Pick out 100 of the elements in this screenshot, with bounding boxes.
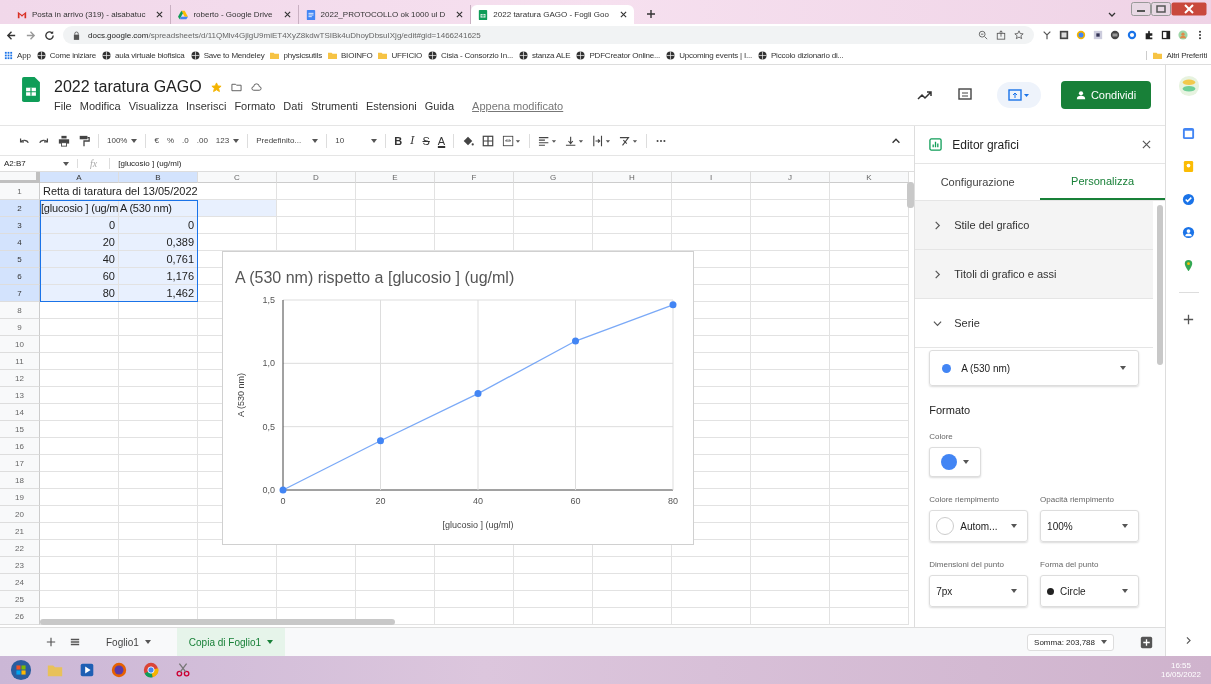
sum-dropdown[interactable]: Somma: 203,788 bbox=[1027, 633, 1114, 651]
vertical-align-icon[interactable] bbox=[565, 134, 585, 147]
browser-icon[interactable] bbox=[110, 661, 128, 679]
strikethrough-button[interactable]: S bbox=[422, 134, 430, 147]
extension-icon[interactable] bbox=[1110, 30, 1120, 40]
back-arrow-icon[interactable] bbox=[6, 29, 17, 41]
currency-button[interactable]: € bbox=[154, 136, 159, 145]
menu-item[interactable]: Visualizza bbox=[128, 100, 179, 112]
column-header[interactable]: H bbox=[593, 172, 672, 183]
row-header[interactable]: 2 bbox=[0, 200, 40, 217]
map-pin-icon[interactable] bbox=[1182, 259, 1195, 272]
explore-icon[interactable] bbox=[1140, 635, 1153, 649]
name-box[interactable]: A2:B7 bbox=[0, 159, 78, 168]
close-icon[interactable] bbox=[1142, 140, 1151, 149]
browser-tab[interactable]: 2022 taratura GAGO - Fogli Goo bbox=[471, 5, 634, 24]
person-icon[interactable] bbox=[1182, 226, 1195, 239]
bookmark-link[interactable]: stanza ALE bbox=[518, 50, 571, 60]
bookmark-link[interactable]: Cisia - Consorzio In... bbox=[428, 50, 513, 60]
column-header[interactable]: E bbox=[356, 172, 435, 183]
row-header[interactable]: 21 bbox=[0, 523, 40, 540]
share-button[interactable]: Condividi bbox=[1061, 81, 1151, 109]
bookmark-link[interactable]: PDFCreator Online... bbox=[576, 50, 661, 60]
address-field[interactable]: docs.google.com/spreadsheets/d/11QMlv4GjlgU9miET4XyZ8kdwTSIBk4uDhoyDbsuIXjg/edit#gid=1466241625 bbox=[63, 26, 1034, 44]
close-icon[interactable] bbox=[456, 11, 464, 18]
print-icon[interactable] bbox=[58, 134, 70, 147]
folder-icon[interactable] bbox=[230, 81, 242, 93]
row-header[interactable]: 20 bbox=[0, 506, 40, 523]
percent-button[interactable]: % bbox=[166, 136, 175, 145]
column-header[interactable]: C bbox=[198, 172, 277, 183]
forward-arrow-icon[interactable] bbox=[25, 29, 36, 41]
row-header[interactable]: 23 bbox=[0, 557, 40, 574]
row-header[interactable]: 24 bbox=[0, 574, 40, 591]
menu-item[interactable]: Formato bbox=[234, 100, 276, 112]
dropdown-field[interactable]: Circle bbox=[1040, 575, 1139, 607]
add-sheet-icon[interactable] bbox=[46, 637, 56, 647]
column-header[interactable]: B bbox=[119, 172, 198, 183]
row-header[interactable]: 17 bbox=[0, 455, 40, 472]
sheet-tab[interactable]: Foglio1 bbox=[94, 628, 163, 656]
sidebar-icon[interactable] bbox=[1161, 30, 1171, 40]
scrollbar[interactable] bbox=[1157, 205, 1163, 365]
sheet-list-icon[interactable] bbox=[70, 637, 80, 647]
close-icon[interactable] bbox=[619, 11, 627, 18]
borders-icon[interactable] bbox=[482, 134, 495, 147]
row-header[interactable]: 13 bbox=[0, 387, 40, 404]
zoom-dropdown[interactable]: 100% bbox=[107, 136, 138, 145]
star-icon[interactable] bbox=[210, 81, 222, 93]
scrollbar[interactable] bbox=[40, 619, 395, 625]
scrollbar[interactable] bbox=[907, 182, 915, 208]
menu-item[interactable]: Modifica bbox=[79, 100, 121, 112]
extension-icon[interactable] bbox=[1059, 30, 1069, 40]
text-rotation-icon[interactable] bbox=[619, 134, 639, 147]
extension-icon[interactable] bbox=[1042, 30, 1052, 40]
row-header[interactable]: 8 bbox=[0, 302, 40, 319]
scissors-icon[interactable] bbox=[174, 661, 192, 679]
row-header[interactable]: 26 bbox=[0, 608, 40, 625]
extension-icon[interactable] bbox=[1093, 30, 1103, 40]
chart-card[interactable]: A (530 nm) rispetto a [glucosio ] (ug/ml) 0,0 0,5 1,0 1,5 0 20 40 60 80 [glucosio ] (ug/ml) A (530 nm) bbox=[222, 251, 694, 545]
row-header[interactable]: 10 bbox=[0, 336, 40, 353]
last-edit-link[interactable]: Appena modificato bbox=[472, 100, 564, 112]
menu-item[interactable]: Guida bbox=[424, 100, 455, 112]
menu-item[interactable]: Dati bbox=[283, 100, 303, 112]
row-header[interactable]: 19 bbox=[0, 489, 40, 506]
menu-item[interactable]: File bbox=[54, 100, 72, 112]
color-picker-button[interactable] bbox=[929, 447, 982, 477]
plus-icon[interactable] bbox=[1182, 313, 1195, 326]
document-title[interactable]: 2022 taratura GAGO bbox=[54, 78, 202, 96]
menu-item[interactable]: Estensioni bbox=[366, 100, 417, 112]
row-header[interactable]: 4 bbox=[0, 234, 40, 251]
row-header[interactable]: 25 bbox=[0, 591, 40, 608]
number-format-dropdown[interactable]: 123 bbox=[215, 136, 240, 145]
present-button[interactable] bbox=[997, 82, 1041, 108]
row-header[interactable]: 7 bbox=[0, 285, 40, 302]
row-header[interactable]: 15 bbox=[0, 421, 40, 438]
close-icon[interactable] bbox=[283, 11, 291, 18]
bookmark-link[interactable]: App bbox=[4, 50, 31, 60]
column-header[interactable]: A bbox=[40, 172, 119, 183]
star-icon[interactable] bbox=[1014, 30, 1024, 40]
row-header[interactable]: 1 bbox=[0, 183, 40, 200]
comment-icon[interactable] bbox=[957, 87, 973, 103]
bookmark-link[interactable]: Come iniziare bbox=[36, 50, 96, 60]
avatar-icon[interactable] bbox=[1178, 30, 1188, 40]
column-header[interactable]: D bbox=[277, 172, 356, 183]
increase-decimals-button[interactable]: .00 bbox=[196, 136, 208, 145]
font-size-dropdown[interactable]: 10 bbox=[335, 136, 378, 145]
start-button-icon[interactable] bbox=[10, 659, 32, 681]
maximize-icon[interactable] bbox=[1151, 2, 1171, 16]
series-dropdown[interactable]: A (530 nm) bbox=[929, 350, 1139, 386]
row-header[interactable]: 16 bbox=[0, 438, 40, 455]
row-header[interactable]: 3 bbox=[0, 217, 40, 234]
calendar-icon[interactable] bbox=[1182, 127, 1195, 140]
menu-item[interactable]: Inserisci bbox=[186, 100, 227, 112]
bookmark-link[interactable]: UFFICIO bbox=[378, 50, 423, 60]
row-header[interactable]: 6 bbox=[0, 268, 40, 285]
align-left-icon[interactable] bbox=[538, 134, 558, 147]
dropdown-field[interactable]: 100% bbox=[1040, 510, 1139, 542]
section-header[interactable]: Titoli di grafico e assi bbox=[915, 250, 1153, 299]
paint-format-icon[interactable] bbox=[78, 134, 90, 147]
row-header[interactable]: 9 bbox=[0, 319, 40, 336]
section-header[interactable]: Stile del grafico bbox=[915, 201, 1153, 250]
cloud-icon[interactable] bbox=[250, 81, 262, 93]
